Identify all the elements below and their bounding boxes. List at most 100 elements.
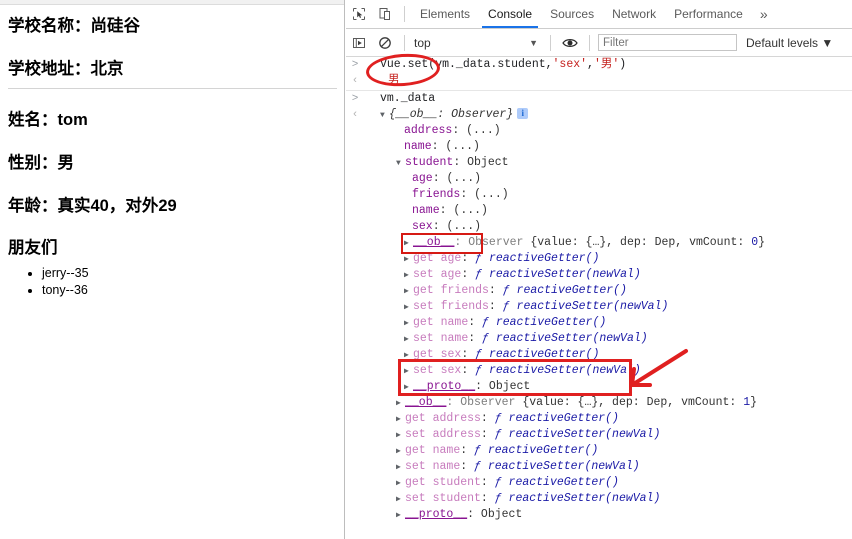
console-line-content: get address: ƒ reactiveGetter() [396, 412, 619, 425]
console-line[interactable]: friends: (...) [346, 187, 852, 203]
console-line[interactable]: set address: ƒ reactiveSetter(newVal) [346, 427, 852, 443]
console-token: __ob__ [405, 396, 447, 409]
friends-list: jerry--35 tony--36 [0, 265, 344, 299]
triangle-right-icon[interactable] [396, 492, 405, 508]
console-line[interactable]: __ob__: Observer {value: {…}, dep: Dep, … [346, 235, 852, 251]
execute-snippet-icon[interactable] [346, 30, 372, 56]
console-token: name [432, 460, 461, 473]
tab-elements[interactable]: Elements [411, 2, 479, 27]
console-token: : [480, 476, 495, 489]
console-token: {value: {…}, dep: Dep, vmCount: [522, 396, 744, 409]
toolbar-divider [404, 34, 405, 51]
console-line[interactable]: set student: ƒ reactiveSetter(newVal) [346, 491, 852, 507]
console-line-content: get name: ƒ reactiveGetter() [404, 316, 606, 329]
device-toolbar-icon[interactable] [372, 1, 398, 27]
triangle-right-icon[interactable] [404, 300, 413, 316]
console-token: __ob__ [413, 236, 455, 249]
tab-network[interactable]: Network [603, 2, 665, 27]
triangle-right-icon[interactable] [396, 476, 405, 492]
console-token: : [461, 268, 476, 281]
console-line[interactable]: get age: ƒ reactiveGetter() [346, 251, 852, 267]
triangle-right-icon[interactable] [404, 268, 413, 284]
console-token: sex [440, 364, 462, 377]
log-levels-select[interactable]: Default levels ▼ [746, 36, 833, 50]
console-line[interactable]: set age: ƒ reactiveSetter(newVal) [346, 267, 852, 283]
triangle-right-icon[interactable] [404, 332, 413, 348]
console-line[interactable]: __ob__: Observer {value: {…}, dep: Dep, … [346, 395, 852, 411]
console-line-content: 男 [388, 74, 400, 87]
console-token: : [461, 348, 476, 361]
triangle-right-icon[interactable] [396, 508, 405, 524]
console-line[interactable]: get name: ƒ reactiveGetter() [346, 443, 852, 459]
console-line[interactable]: get address: ƒ reactiveGetter() [346, 411, 852, 427]
console-token: : [461, 364, 476, 377]
console-line[interactable]: __proto__: Object [346, 507, 852, 523]
triangle-right-icon[interactable] [396, 428, 405, 444]
console-toolbar: top ▼ Default levels ▼ [346, 29, 852, 57]
console-token: __proto__ [405, 508, 468, 521]
list-item: tony--36 [42, 282, 344, 299]
triangle-right-icon[interactable] [404, 364, 413, 380]
console-token: ) [619, 58, 627, 71]
console-output[interactable]: > Vue.set(vm._data.student,'sex','男') ‹ 男 > v… [346, 57, 852, 539]
devtools-tabbar: Elements Console Sources Network Perform… [346, 0, 852, 29]
triangle-down-icon[interactable] [380, 108, 389, 124]
console-line[interactable]: > Vue.set(vm._data.student,'sex','男') [346, 57, 852, 73]
console-line[interactable]: name: (...) [346, 203, 852, 219]
console-token: address [432, 412, 481, 425]
console-line[interactable]: set friends: ƒ reactiveSetter(newVal) [346, 299, 852, 315]
console-token: get [413, 284, 441, 297]
console-line[interactable]: get name: ƒ reactiveGetter() [346, 315, 852, 331]
console-line[interactable]: set name: ƒ reactiveSetter(newVal) [346, 459, 852, 475]
triangle-right-icon[interactable] [404, 348, 413, 364]
browser-viewport-edge [0, 0, 344, 5]
info-icon[interactable]: i [517, 108, 529, 119]
triangle-right-icon[interactable] [396, 396, 405, 412]
console-line[interactable]: get sex: ƒ reactiveGetter() [346, 347, 852, 363]
console-line[interactable]: set sex: ƒ reactiveSetter(newVal) [346, 363, 852, 379]
inspect-element-icon[interactable] [346, 1, 372, 27]
triangle-right-icon[interactable] [396, 412, 405, 428]
console-line[interactable]: get student: ƒ reactiveGetter() [346, 475, 852, 491]
triangle-right-icon[interactable] [404, 316, 413, 332]
chevron-down-icon: ▼ [821, 35, 834, 50]
triangle-right-icon[interactable] [404, 236, 413, 252]
console-line[interactable]: get friends: ƒ reactiveGetter() [346, 283, 852, 299]
live-expression-icon[interactable] [557, 30, 583, 56]
filter-input[interactable] [598, 34, 737, 51]
tab-console[interactable]: Console [479, 2, 541, 28]
console-token: ƒ reactiveGetter() [482, 316, 607, 329]
console-line[interactable]: ‹ 男 [346, 73, 852, 91]
more-tabs-icon[interactable]: » [752, 6, 776, 22]
tab-sources[interactable]: Sources [541, 2, 603, 27]
triangle-right-icon[interactable] [396, 444, 405, 460]
console-token: age [412, 172, 433, 185]
console-line-content: Vue.set(vm._data.student,'sex','男') [380, 58, 626, 71]
console-token: : [488, 284, 503, 297]
console-token: : [460, 444, 475, 457]
console-line[interactable]: ‹ {__ob__: Observer}i [346, 107, 852, 123]
console-line-content: age: (...) [412, 172, 481, 185]
console-token: Vue.set(vm._data.student, [380, 58, 553, 71]
console-line[interactable]: > vm._data [346, 91, 852, 107]
execution-context-select[interactable]: top ▼ [411, 36, 544, 50]
console-line[interactable]: address: (...) [346, 123, 852, 139]
console-line[interactable]: __proto__: Object [346, 379, 852, 395]
console-line[interactable]: student: Object [346, 155, 852, 171]
clear-console-icon[interactable] [372, 30, 398, 56]
tab-performance[interactable]: Performance [665, 2, 752, 27]
console-line[interactable]: age: (...) [346, 171, 852, 187]
console-line[interactable]: name: (...) [346, 139, 852, 155]
triangle-right-icon[interactable] [404, 284, 413, 300]
console-token: , [587, 58, 594, 71]
triangle-right-icon[interactable] [396, 460, 405, 476]
console-token: : Object [453, 156, 509, 169]
console-line-content: address: (...) [404, 124, 501, 137]
triangle-down-icon[interactable] [396, 156, 405, 172]
chevron-down-icon: ▼ [529, 37, 538, 48]
triangle-right-icon[interactable] [404, 252, 413, 268]
console-token: {__ob__: Observer} [389, 108, 514, 121]
triangle-right-icon[interactable] [404, 380, 413, 396]
console-line[interactable]: sex: (...) [346, 219, 852, 235]
console-line[interactable]: set name: ƒ reactiveSetter(newVal) [346, 331, 852, 347]
